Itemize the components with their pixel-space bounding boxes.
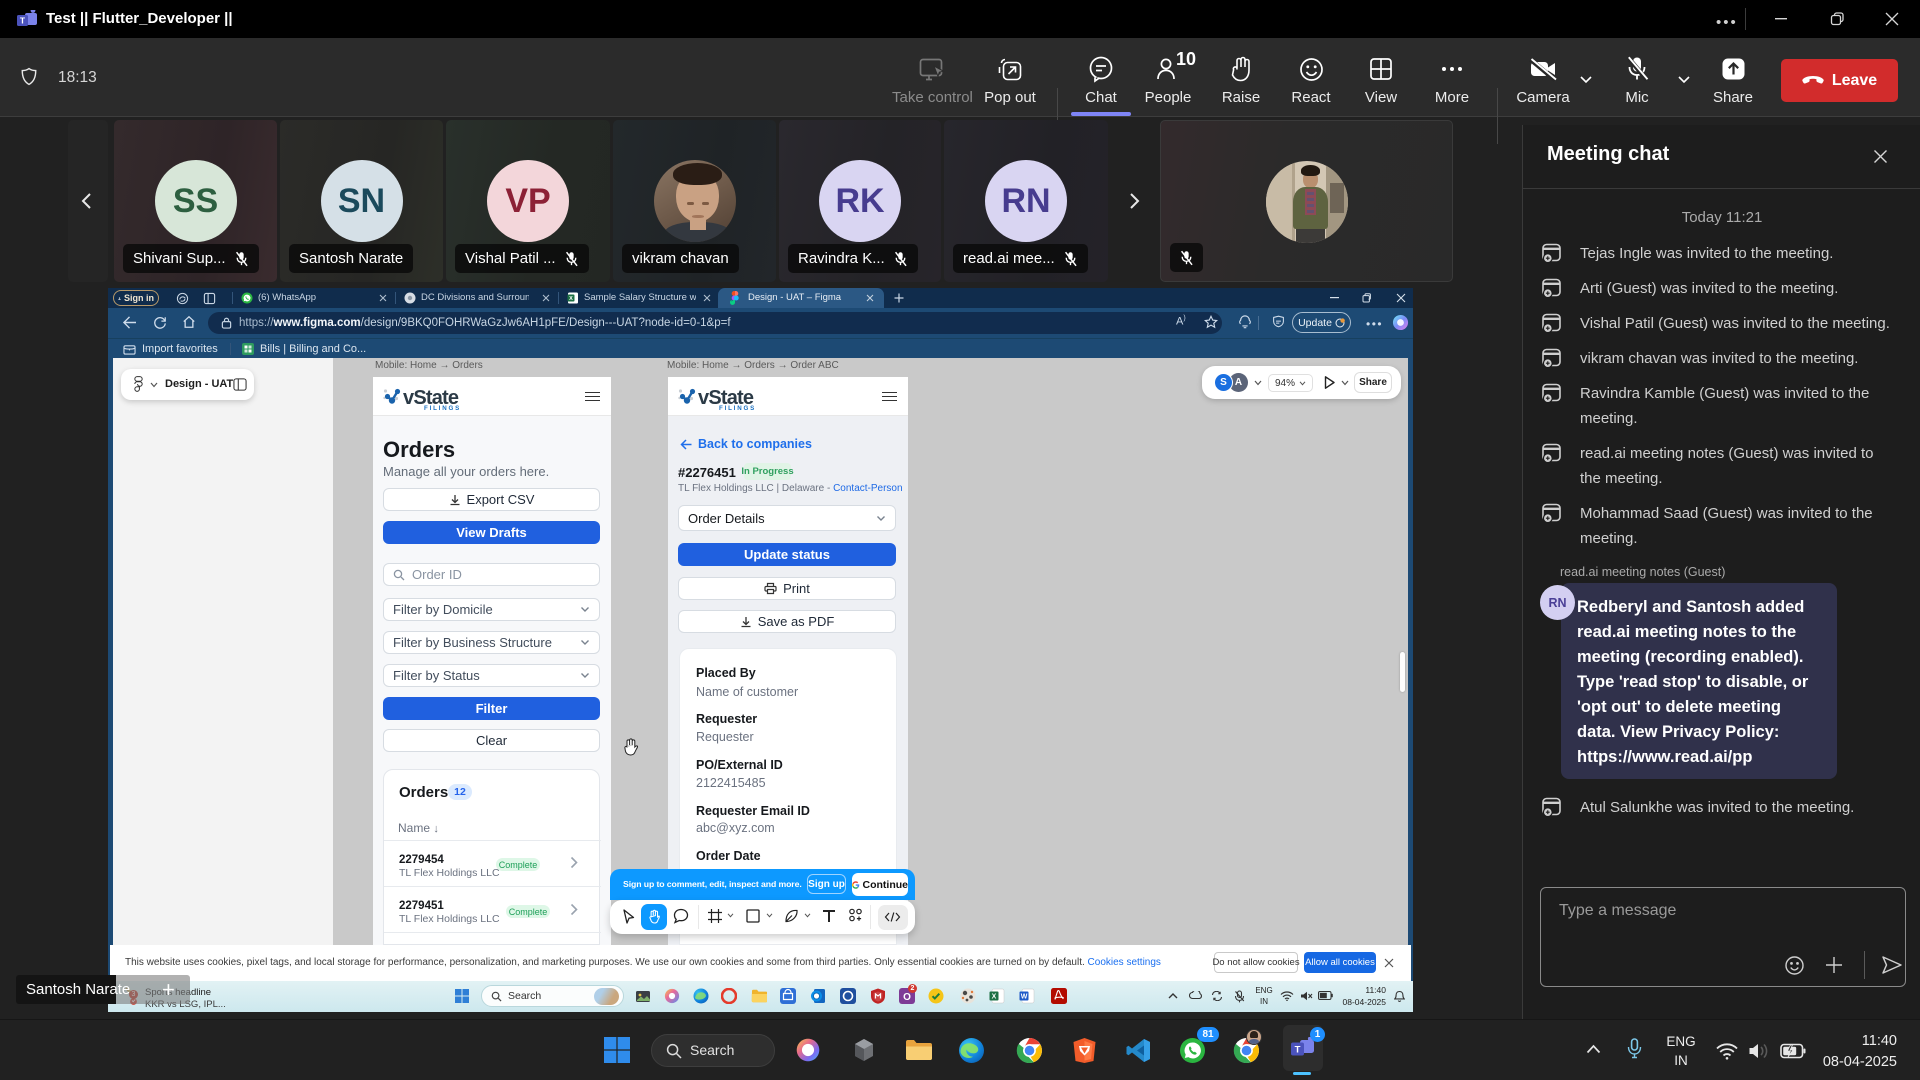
svg-text:T: T bbox=[20, 16, 26, 26]
svg-text:T: T bbox=[1295, 1045, 1301, 1056]
svg-text:FILINGS: FILINGS bbox=[424, 405, 461, 410]
svg-text:X: X bbox=[569, 296, 573, 302]
svg-text:W: W bbox=[1021, 994, 1028, 1001]
svg-text:O: O bbox=[903, 992, 911, 1003]
svg-text:FILINGS: FILINGS bbox=[719, 405, 756, 410]
svg-text:X: X bbox=[992, 994, 997, 1001]
